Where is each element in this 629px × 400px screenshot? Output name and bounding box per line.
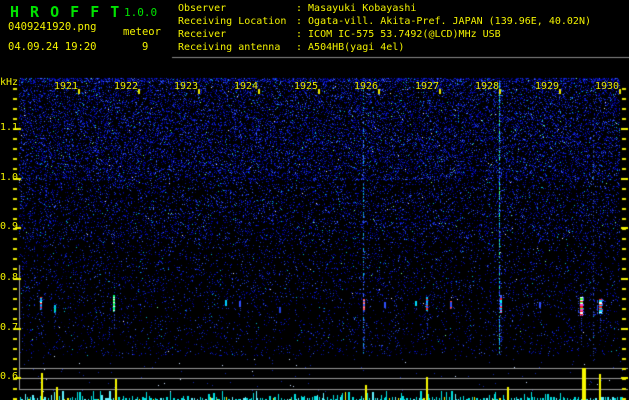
spectrogram-canvas (0, 0, 629, 400)
info-value: A504HB(yagi 4el) (308, 42, 405, 53)
info-separator: : (296, 42, 303, 53)
info-value: Masayuki Kobayashi (308, 3, 417, 14)
output-filename: 0409241920.png (8, 21, 97, 33)
time-tick-label: 1923 (173, 81, 199, 92)
time-tick-label: 1925 (293, 81, 319, 92)
mode-label: meteor (123, 26, 161, 38)
time-tick-label: 1922 (113, 81, 139, 92)
time-tick-label: 1926 (353, 81, 379, 92)
freq-axis-unit: kHz (0, 77, 19, 88)
time-tick-label: 1924 (233, 81, 259, 92)
app-version: 1.0.0 (124, 6, 158, 19)
info-separator: : (296, 29, 303, 40)
info-row: Receiving Location: Ogata-vill. Akita-Pre… (178, 15, 591, 28)
time-tick-label: 1927 (414, 81, 440, 92)
time-tick-label: 1930 (594, 81, 620, 92)
freq-tick-label: 0.7 (0, 322, 19, 333)
info-row: Receiving antenna: A504HB(yagi 4el) (178, 41, 591, 54)
info-row: Receiver: ICOM IC-575 53.7492(@LCD)MHz US… (178, 28, 591, 41)
app-title: H R O F F T (10, 3, 121, 21)
info-label: Observer (178, 3, 227, 14)
echo-count: 9 (142, 41, 149, 53)
info-value: Ogata-vill. Akita-Pref. JAPAN (139.96E, … (308, 16, 591, 27)
time-tick-label: 1929 (534, 81, 560, 92)
freq-tick-label: 0.8 (0, 272, 19, 283)
station-info-block: Observer: Masayuki Kobayashi Receiving Loc… (178, 2, 591, 54)
datetime-label: 04.09.24 19:20 (8, 41, 97, 53)
freq-tick-label: 1.0 (0, 172, 19, 183)
freq-tick-label: 0.9 (0, 221, 19, 232)
freq-tick-label: 0.6 (0, 371, 19, 382)
info-separator: : (296, 16, 303, 27)
time-tick-label: 1921 (53, 81, 79, 92)
freq-tick-label: 1.1 (0, 122, 19, 133)
info-label: Receiving Location (178, 16, 287, 27)
info-row: Observer: Masayuki Kobayashi (178, 2, 591, 15)
info-value: ICOM IC-575 53.7492(@LCD)MHz USB (308, 29, 501, 40)
info-separator: : (296, 3, 303, 14)
info-label: Receiving antenna (178, 42, 281, 53)
time-tick-label: 1928 (474, 81, 500, 92)
hrofft-screen: H R O F F T 1.0.0 0409241920.png meteor … (0, 0, 629, 400)
info-label: Receiver (178, 29, 227, 40)
